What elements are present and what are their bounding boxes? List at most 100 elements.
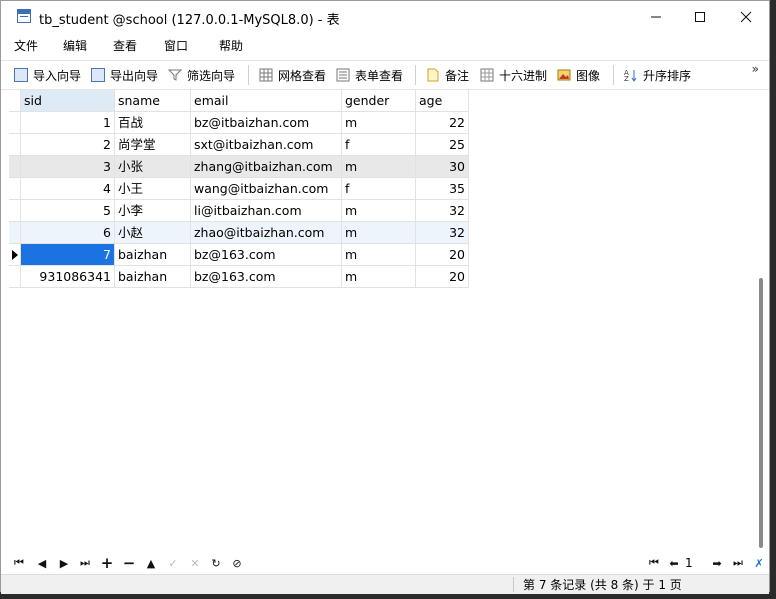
menu-edit[interactable]: 编辑 — [63, 37, 87, 54]
menu-help[interactable]: 帮助 — [219, 37, 243, 54]
cell-gender[interactable]: m — [342, 244, 416, 266]
refresh-button[interactable]: ↻ — [208, 555, 224, 571]
table-row[interactable]: 7 baizhan bz@163.com m 20 — [9, 244, 469, 266]
cell-gender[interactable]: m — [342, 266, 416, 288]
row-marker[interactable] — [9, 266, 21, 288]
memo-button[interactable]: 备注 — [426, 65, 469, 85]
cell-gender[interactable]: f — [342, 178, 416, 200]
row-marker[interactable] — [9, 134, 21, 156]
cell-sname[interactable]: baizhan — [115, 244, 191, 266]
stop-button[interactable]: ⊘ — [229, 555, 245, 571]
column-header-age[interactable]: age — [416, 90, 469, 112]
apply-button[interactable]: ✓ — [165, 555, 181, 571]
row-marker[interactable] — [9, 156, 21, 178]
cell-age[interactable]: 20 — [416, 266, 469, 288]
cell-age[interactable]: 20 — [416, 244, 469, 266]
menu-window[interactable]: 窗口 — [164, 37, 188, 54]
menu-view[interactable]: 查看 — [113, 37, 137, 54]
page-number-input[interactable]: 1 — [685, 554, 707, 572]
import-wizard-button[interactable]: 导入向导 — [14, 65, 81, 85]
table-row[interactable]: 6 小赵 zhao@itbaizhan.com m 32 — [9, 222, 469, 244]
maximize-button[interactable] — [677, 1, 723, 33]
cell-gender[interactable]: f — [342, 134, 416, 156]
cell-sname[interactable]: 百战 — [115, 112, 191, 134]
cell-email[interactable]: zhao@itbaizhan.com — [191, 222, 342, 244]
vertical-scrollbar[interactable] — [753, 90, 769, 552]
cell-sid[interactable]: 5 — [21, 200, 115, 222]
cell-sname[interactable]: 小王 — [115, 178, 191, 200]
settings-button[interactable]: ✗ — [751, 555, 767, 571]
cell-gender[interactable]: m — [342, 156, 416, 178]
column-header-gender[interactable]: gender — [342, 90, 416, 112]
cell-age[interactable]: 32 — [416, 200, 469, 222]
cell-sname[interactable]: 尚学堂 — [115, 134, 191, 156]
cell-age[interactable]: 32 — [416, 222, 469, 244]
cell-sid[interactable]: 931086341 — [21, 266, 115, 288]
cell-email[interactable]: wang@itbaizhan.com — [191, 178, 342, 200]
row-marker[interactable] — [9, 200, 21, 222]
cell-sname[interactable]: 小赵 — [115, 222, 191, 244]
cell-gender[interactable]: m — [342, 222, 416, 244]
last-record-button[interactable]: ⏭ — [77, 555, 93, 571]
filter-wizard-button[interactable]: 筛选向导 — [168, 65, 235, 85]
cell-email[interactable]: bz@163.com — [191, 266, 342, 288]
cell-sname[interactable]: 小张 — [115, 156, 191, 178]
cell-gender[interactable]: m — [342, 112, 416, 134]
cell-email[interactable]: bz@163.com — [191, 244, 342, 266]
table-row[interactable]: 3 小张 zhang@itbaizhan.com m 30 — [9, 156, 469, 178]
table-row[interactable]: 931086341 baizhan bz@163.com m 20 — [9, 266, 469, 288]
header-corner — [9, 90, 21, 112]
cell-email[interactable]: sxt@itbaizhan.com — [191, 134, 342, 156]
export-wizard-button[interactable]: 导出向导 — [91, 65, 158, 85]
sort-ascending-button[interactable]: AZ 升序排序 — [624, 65, 691, 85]
delete-record-button[interactable]: − — [121, 554, 137, 572]
cell-sname[interactable]: 小李 — [115, 200, 191, 222]
toolbar-overflow-icon[interactable]: » — [752, 62, 759, 76]
menu-file[interactable]: 文件 — [14, 37, 38, 54]
cell-sid[interactable]: 6 — [21, 222, 115, 244]
scrollbar-thumb[interactable] — [759, 278, 763, 548]
last-page-button[interactable]: ⏭ — [730, 555, 746, 571]
row-marker[interactable] — [9, 222, 21, 244]
status-bar: 第 7 条记录 (共 8 条) 于 1 页 — [1, 574, 769, 594]
cell-gender[interactable]: m — [342, 200, 416, 222]
cell-sname[interactable]: baizhan — [115, 266, 191, 288]
column-header-email[interactable]: email — [191, 90, 342, 112]
next-record-button[interactable]: ▶ — [56, 555, 72, 571]
first-page-button[interactable]: ⏮ — [646, 555, 662, 571]
next-page-button[interactable]: ➡ — [709, 555, 725, 571]
cell-email[interactable]: bz@itbaizhan.com — [191, 112, 342, 134]
up-button[interactable]: ▲ — [143, 555, 159, 571]
cell-age[interactable]: 30 — [416, 156, 469, 178]
row-marker[interactable] — [9, 112, 21, 134]
cell-age[interactable]: 35 — [416, 178, 469, 200]
form-view-button[interactable]: 表单查看 — [336, 65, 403, 85]
table-row[interactable]: 2 尚学堂 sxt@itbaizhan.com f 25 — [9, 134, 469, 156]
discard-button[interactable]: ✕ — [187, 555, 203, 571]
table-row[interactable]: 5 小李 li@itbaizhan.com m 32 — [9, 200, 469, 222]
cell-sid[interactable]: 1 — [21, 112, 115, 134]
cell-sid[interactable]: 2 — [21, 134, 115, 156]
cell-sid[interactable]: 3 — [21, 156, 115, 178]
first-record-button[interactable]: ⏮ — [11, 555, 27, 571]
cell-sid[interactable]: 7 — [21, 244, 115, 266]
row-marker[interactable] — [9, 178, 21, 200]
previous-record-button[interactable]: ◀ — [34, 555, 50, 571]
column-header-sname[interactable]: sname — [115, 90, 191, 112]
minimize-button[interactable] — [633, 1, 679, 33]
add-record-button[interactable]: + — [99, 554, 115, 572]
hex-button[interactable]: 十六进制 — [480, 65, 547, 85]
cell-age[interactable]: 25 — [416, 134, 469, 156]
table-row[interactable]: 4 小王 wang@itbaizhan.com f 35 — [9, 178, 469, 200]
table-row[interactable]: 1 百战 bz@itbaizhan.com m 22 — [9, 112, 469, 134]
grid-view-button[interactable]: 网格查看 — [259, 65, 326, 85]
close-button[interactable] — [723, 1, 769, 33]
column-header-sid[interactable]: sid — [21, 90, 115, 112]
cell-email[interactable]: li@itbaizhan.com — [191, 200, 342, 222]
cell-sid[interactable]: 4 — [21, 178, 115, 200]
previous-page-button[interactable]: ⬅ — [666, 555, 682, 571]
cell-age[interactable]: 22 — [416, 112, 469, 134]
row-marker[interactable] — [9, 244, 21, 266]
image-button[interactable]: 图像 — [557, 65, 600, 85]
cell-email[interactable]: zhang@itbaizhan.com — [191, 156, 342, 178]
